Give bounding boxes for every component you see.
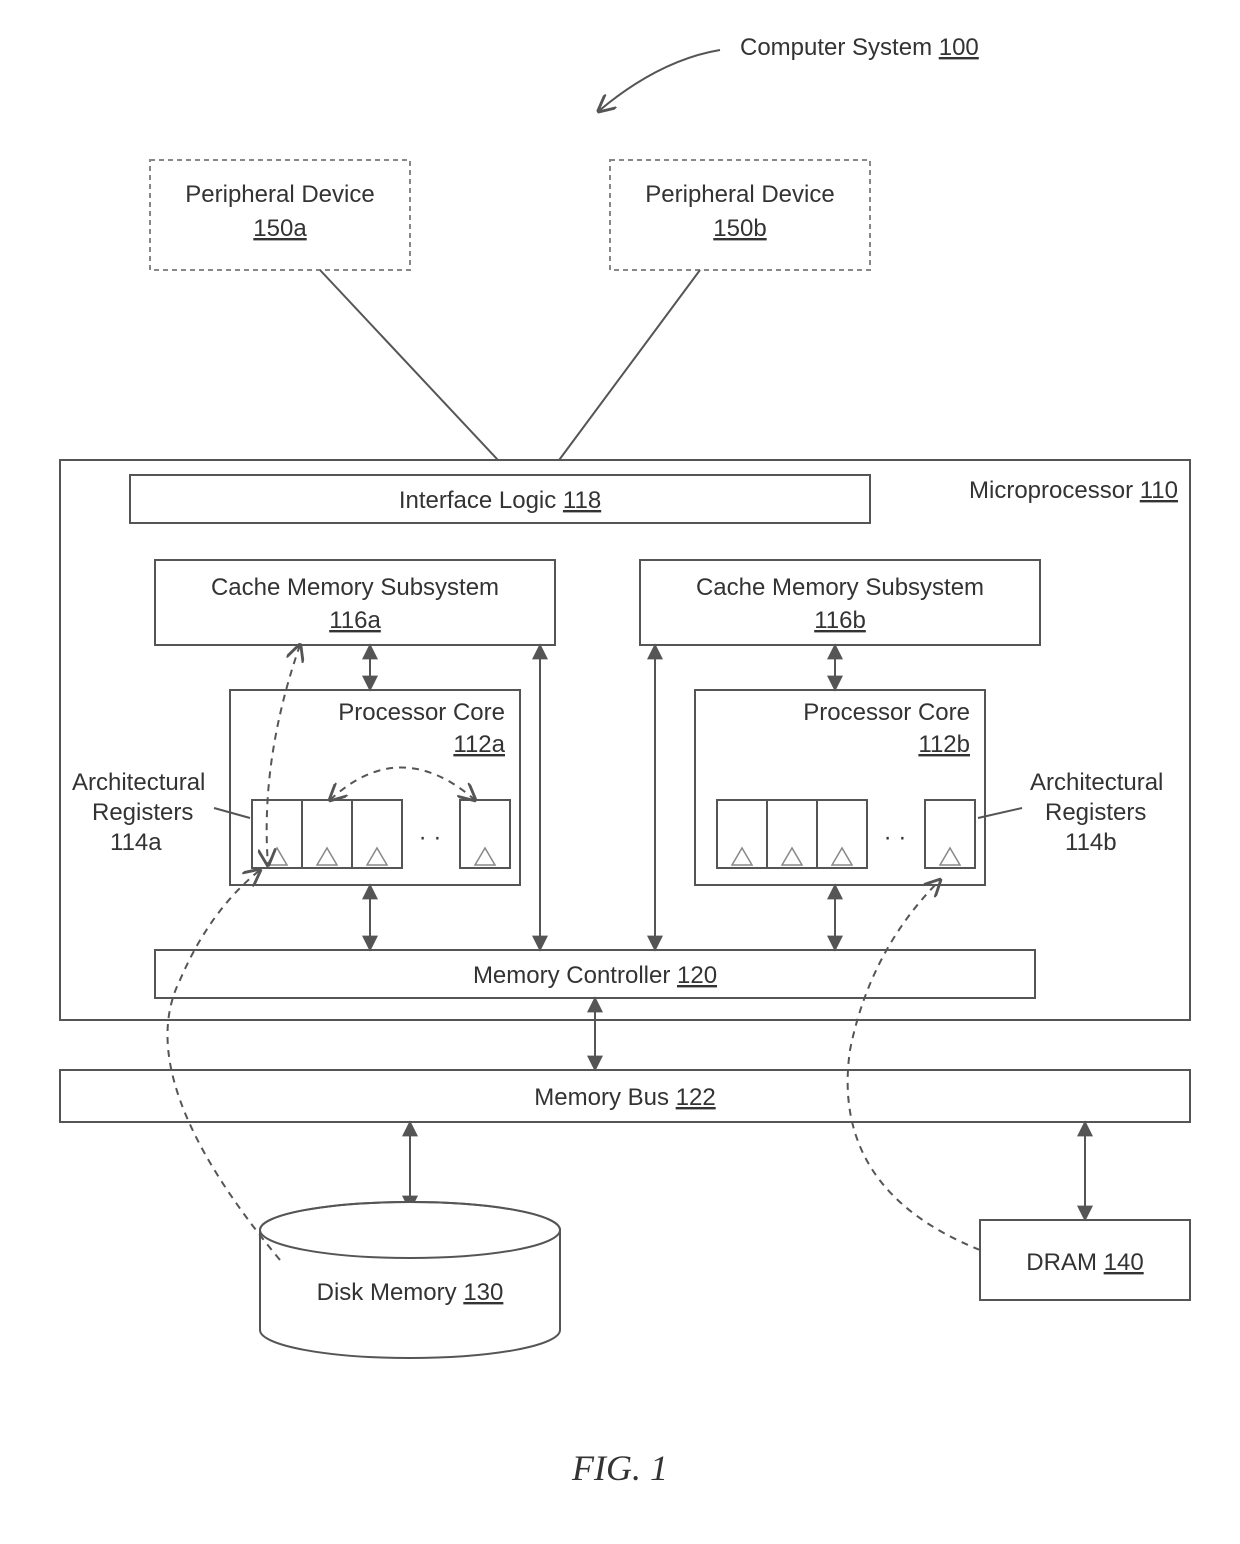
arch-registers-a: · · (252, 800, 510, 868)
dram: DRAM 140 (980, 1220, 1190, 1300)
cache-a-num: 116a (329, 607, 381, 634)
title-callout: Computer System 100 (600, 34, 979, 110)
title-label: Computer System (740, 34, 932, 61)
arch-b-num: 114b (1065, 829, 1117, 856)
title-num: 100 (939, 34, 979, 61)
cache-memory-subsystem-a: Cache Memory Subsystem 116a (155, 560, 555, 645)
disk-num: 130 (463, 1279, 503, 1306)
disk-memory: Disk Memory 130 (260, 1202, 560, 1358)
microprocessor-num: 110 (1140, 477, 1178, 504)
peripheral-a-label: Peripheral Device (185, 181, 374, 208)
cache-a-label: Cache Memory Subsystem (211, 574, 499, 601)
svg-text:DRAM 140: DRAM 140 (1026, 1249, 1143, 1276)
memory-controller: Memory Controller 120 (155, 950, 1035, 998)
memctl-label: Memory Controller (473, 962, 670, 989)
cache-memory-subsystem-b: Cache Memory Subsystem 116b (640, 560, 1040, 645)
arch-a-label-1: Architectural (72, 769, 205, 796)
svg-text:· ·: · · (884, 824, 907, 851)
svg-text:Disk Memory 130: Disk Memory 130 (317, 1279, 504, 1306)
processor-core-b: Processor Core 112b · · (695, 690, 985, 885)
peripheral-b-num: 150b (713, 215, 766, 242)
peripheral-device-b: Peripheral Device 150b (610, 160, 870, 270)
core-a-label: Processor Core (338, 699, 505, 726)
cache-b-label: Cache Memory Subsystem (696, 574, 984, 601)
arch-registers-b: · · (717, 800, 975, 868)
peripheral-a-num: 150a (253, 215, 307, 242)
cache-b-num: 116b (814, 607, 866, 634)
memory-bus: Memory Bus 122 (60, 1070, 1190, 1122)
diagram-root: Computer System 100 Peripheral Device 15… (0, 0, 1240, 1544)
membus-num: 122 (676, 1084, 716, 1111)
memctl-num: 120 (677, 962, 717, 989)
dram-label: DRAM (1026, 1249, 1097, 1276)
microprocessor-label: Microprocessor (969, 477, 1133, 504)
arch-b-label-1: Architectural (1030, 769, 1163, 796)
membus-label: Memory Bus (534, 1084, 669, 1111)
svg-text:· ·: · · (419, 824, 442, 851)
peripheral-device-a: Peripheral Device 150a (150, 160, 410, 270)
svg-text:Memory Bus 122: Memory Bus 122 (534, 1084, 715, 1111)
microprocessor: Microprocessor 110 Interface Logic 118 C… (60, 460, 1190, 1020)
svg-text:Microprocessor 1: Microprocessor 110 (969, 477, 1178, 504)
interface-logic: Interface Logic 118 (130, 475, 870, 523)
arch-b-label-2: Registers (1045, 799, 1146, 826)
peripheral-b-label: Peripheral Device (645, 181, 834, 208)
arch-a-num: 114a (110, 829, 162, 856)
figure-label: FIG. 1 (571, 1448, 668, 1488)
processor-core-a: Processor Core 112a · · (230, 690, 520, 885)
interface-logic-label: Interface Logic (399, 487, 556, 514)
svg-text:Memory Controller: Memory Controller 120 (473, 962, 717, 989)
svg-text:Interface Logic: Interface Logic 118 (399, 487, 601, 514)
core-a-num: 112a (453, 731, 505, 758)
interface-logic-num: 118 (563, 487, 601, 514)
dram-num: 140 (1104, 1249, 1144, 1276)
arch-a-label-2: Registers (92, 799, 193, 826)
disk-label: Disk Memory (317, 1279, 457, 1306)
core-b-num: 112b (918, 731, 970, 758)
core-b-label: Processor Core (803, 699, 970, 726)
svg-text:Computer System: Computer System 100 (740, 34, 979, 61)
